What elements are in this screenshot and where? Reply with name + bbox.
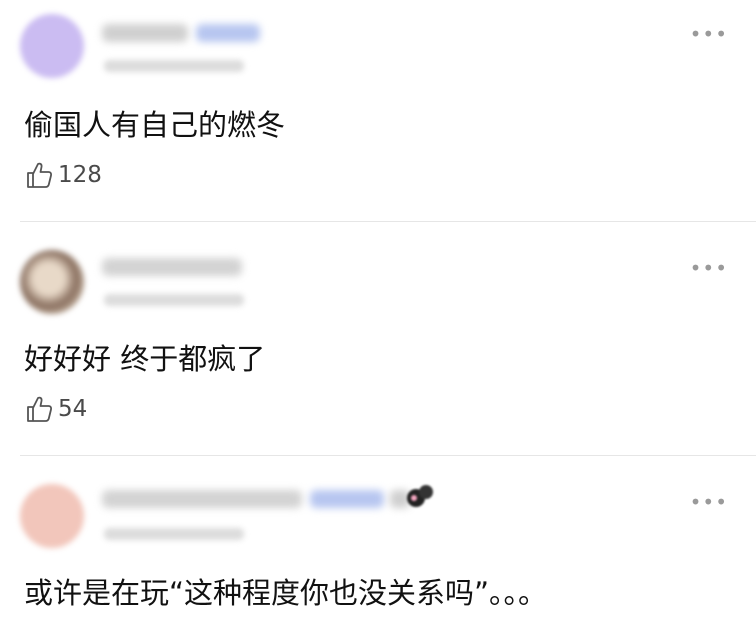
thumbs-up-icon	[27, 396, 53, 422]
meta-blurred	[104, 294, 244, 306]
username-blurred[interactable]	[102, 490, 302, 508]
thumbs-up-icon	[27, 162, 53, 188]
avatar[interactable]	[20, 484, 84, 548]
more-dots-icon[interactable]: •••	[690, 492, 728, 512]
comment-text: 偷国人有自己的燃冬	[24, 108, 286, 142]
comment-1: ••• 偷国人有自己的燃冬 128	[0, 0, 756, 220]
username-blurred[interactable]	[102, 258, 242, 276]
like-button[interactable]: 54	[24, 394, 87, 424]
badge-blurred	[196, 24, 260, 42]
sticker-icon	[407, 485, 433, 507]
like-count: 54	[58, 396, 88, 422]
more-dots-icon[interactable]: •••	[690, 258, 728, 278]
more-dots-icon[interactable]: •••	[690, 24, 728, 44]
badge-blurred	[310, 490, 384, 508]
like-count: 128	[58, 162, 102, 188]
avatar[interactable]	[20, 14, 84, 78]
meta-blurred	[104, 528, 244, 540]
username-blurred[interactable]	[102, 24, 188, 42]
comment-3: ••• 或许是在玩“这种程度你也没关系吗”。。。	[0, 456, 756, 624]
avatar[interactable]	[20, 250, 84, 314]
meta-blurred	[104, 60, 244, 72]
comment-text: 或许是在玩“这种程度你也没关系吗”。。。	[24, 576, 548, 610]
like-button[interactable]: 128	[24, 160, 102, 190]
comment-2: ••• 好好好 终于都疯了 54	[0, 222, 756, 454]
comment-text: 好好好 终于都疯了	[24, 342, 266, 376]
